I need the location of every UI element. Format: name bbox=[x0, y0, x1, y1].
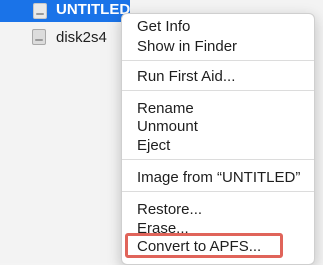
annotation-highlight-box bbox=[125, 233, 283, 258]
menu-item-unmount[interactable]: Unmount bbox=[137, 118, 198, 136]
menu-item-image-from-untitled[interactable]: Image from “UNTITLED” bbox=[137, 169, 300, 187]
menu-separator bbox=[122, 90, 314, 91]
sidebar-item-disk2s4[interactable]: disk2s4 bbox=[56, 29, 107, 47]
menu-item-rename[interactable]: Rename bbox=[137, 100, 194, 118]
disk-icon bbox=[32, 29, 46, 45]
menu-item-get-info[interactable]: Get Info bbox=[137, 18, 190, 36]
menu-item-restore[interactable]: Restore... bbox=[137, 201, 202, 219]
menu-separator bbox=[122, 191, 314, 192]
sidebar-item-label: UNTITLED bbox=[56, 1, 131, 18]
menu-separator bbox=[122, 159, 314, 160]
context-menu: Get Info Show in Finder Run First Aid...… bbox=[121, 13, 315, 265]
disk-icon bbox=[33, 3, 47, 19]
menu-item-run-first-aid[interactable]: Run First Aid... bbox=[137, 68, 235, 86]
menu-item-eject[interactable]: Eject bbox=[137, 137, 170, 155]
menu-item-show-in-finder[interactable]: Show in Finder bbox=[137, 38, 237, 56]
menu-separator bbox=[122, 60, 314, 61]
